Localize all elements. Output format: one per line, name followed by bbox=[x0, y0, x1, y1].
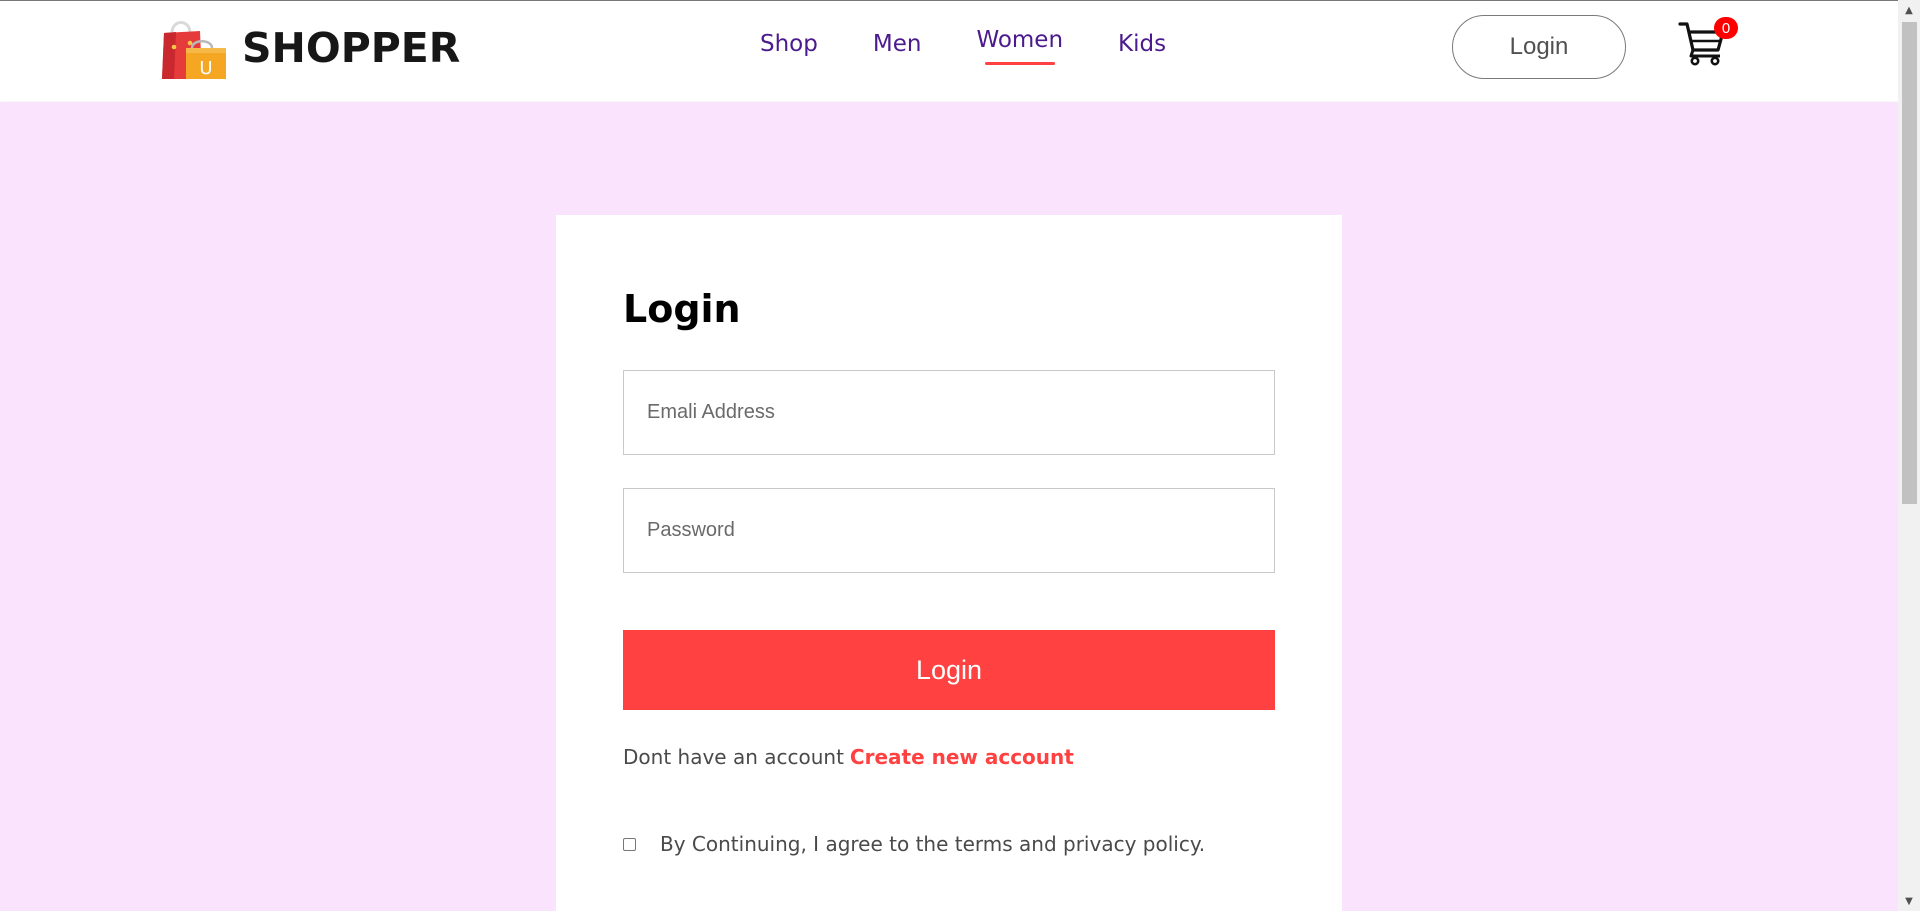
terms-text: By Continuing, I agree to the terms and … bbox=[660, 832, 1206, 856]
scroll-down-arrow-icon[interactable]: ▼ bbox=[1898, 891, 1920, 911]
active-nav-underline bbox=[985, 62, 1056, 65]
login-page: Login Login Dont have an accountCreate n… bbox=[0, 102, 1898, 911]
scroll-up-arrow-icon[interactable]: ▲ bbox=[1898, 0, 1920, 20]
login-title: Login bbox=[623, 287, 741, 331]
nav-item-women-label: Women bbox=[976, 27, 1064, 53]
login-submit-button[interactable]: Login bbox=[623, 630, 1275, 710]
main-nav: Shop Men Women Kids bbox=[760, 27, 1221, 65]
vertical-scrollbar[interactable]: ▲ ▼ bbox=[1898, 0, 1920, 911]
signup-prompt-text: Dont have an account bbox=[623, 745, 844, 769]
terms-row: By Continuing, I agree to the terms and … bbox=[623, 832, 1205, 856]
login-card: Login Login Dont have an accountCreate n… bbox=[556, 215, 1342, 911]
navbar: U SHOPPER Shop Men Women Kids Login 0 bbox=[0, 1, 1898, 101]
password-field[interactable] bbox=[623, 488, 1275, 573]
brand-logo[interactable]: U SHOPPER bbox=[160, 15, 460, 81]
scrollbar-thumb[interactable] bbox=[1902, 22, 1917, 504]
terms-checkbox[interactable] bbox=[623, 837, 636, 851]
nav-item-men[interactable]: Men bbox=[873, 31, 922, 57]
email-field[interactable] bbox=[623, 370, 1275, 455]
shopping-bag-logo-icon: U bbox=[162, 21, 226, 79]
create-account-link[interactable]: Create new account bbox=[850, 745, 1074, 769]
brand-name: SHOPPER bbox=[242, 24, 461, 72]
nav-item-women[interactable]: Women bbox=[976, 27, 1064, 65]
signup-prompt-row: Dont have an account Create new account bbox=[623, 745, 1074, 769]
nav-item-kids[interactable]: Kids bbox=[1118, 31, 1166, 57]
header-login-button[interactable]: Login bbox=[1452, 15, 1626, 79]
svg-text:U: U bbox=[199, 58, 212, 79]
cart-count-badge: 0 bbox=[1714, 17, 1738, 39]
nav-item-shop[interactable]: Shop bbox=[760, 31, 818, 57]
